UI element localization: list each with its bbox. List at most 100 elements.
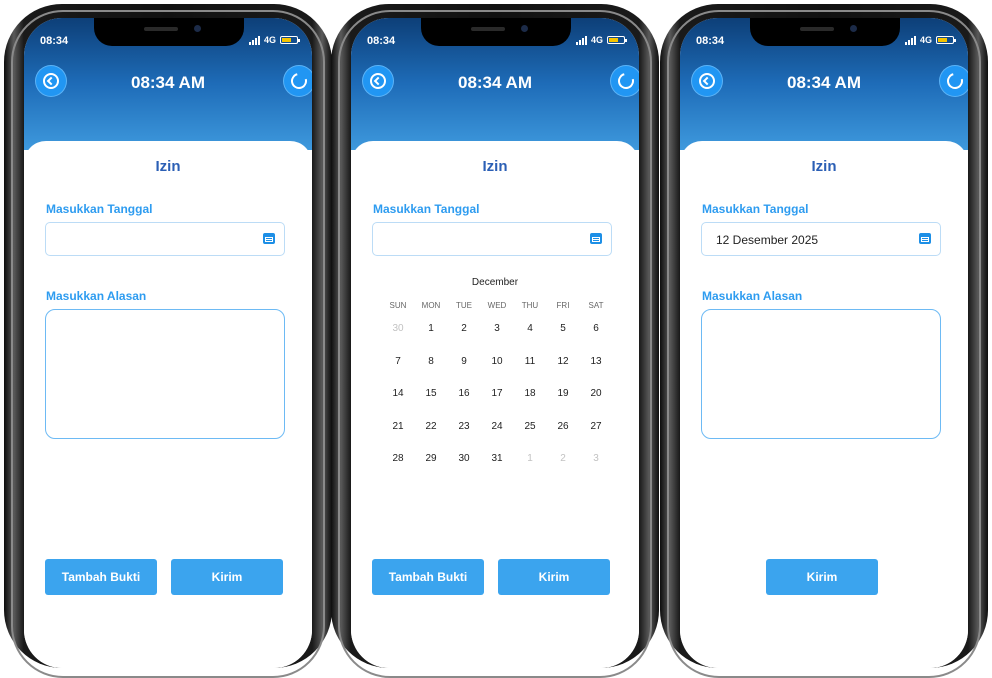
calendar-day[interactable]: 9 [447,356,481,367]
calendar-day[interactable]: 26 [546,421,580,432]
reason-textarea[interactable] [45,309,285,439]
weekday-header: THU [521,301,539,310]
weekday-header: SAT [588,301,604,310]
calendar-day[interactable]: 2 [546,453,580,464]
calendar-day[interactable]: 13 [579,356,613,367]
calendar-day[interactable]: 1 [414,323,448,334]
calendar-day[interactable]: 8 [414,356,448,367]
page-title: Izin [811,158,837,175]
date-label: Masukkan Tanggal [373,202,480,216]
calendar-day[interactable]: 19 [546,388,580,399]
signal-icon [248,35,260,45]
calendar-day[interactable]: 11 [513,356,547,367]
calendar-day[interactable]: 7 [381,356,415,367]
weekday-header: SUN [389,301,407,310]
date-label: Masukkan Tanggal [46,202,153,216]
status-time: 08:34 [40,35,69,47]
add-proof-button[interactable]: Tambah Bukti [45,559,157,595]
status-indicators: 4G [904,35,956,45]
signal-icon [575,35,587,45]
date-field[interactable] [372,222,612,256]
calendar-icon[interactable] [919,233,931,244]
date-value: 12 Desember 2025 [716,233,819,247]
calendar-day[interactable]: 6 [579,323,613,334]
calendar-day[interactable]: 2 [447,323,481,334]
form-card: Izin Masukkan Tanggal Masukkan Alasan Ta… [24,141,312,668]
status-indicators: 4G [575,35,627,45]
date-field[interactable] [45,222,285,256]
refresh-icon [944,70,966,92]
header-clock: 08:34 AM [786,73,861,92]
battery-icon [936,36,956,44]
refresh-icon [288,70,310,92]
calendar-day[interactable]: 10 [480,356,514,367]
reason-textarea[interactable] [701,309,941,439]
header-clock: 08:34 AM [130,73,205,92]
send-button[interactable]: Kirim [498,559,610,595]
send-button[interactable]: Kirim [171,559,283,595]
calendar-day[interactable]: 18 [513,388,547,399]
phone-screen: 08:34 4G 08:34 AM Izin Masukkan Tanggal … [351,18,639,668]
date-label: Masukkan Tanggal [702,202,809,216]
calendar-day[interactable]: 21 [381,421,415,432]
status-time: 08:34 [696,35,725,47]
calendar-day[interactable]: 25 [513,421,547,432]
battery-icon [280,36,300,44]
notch [421,18,571,46]
refresh-icon [615,70,637,92]
refresh-button[interactable] [611,66,639,96]
phone-screen: 08:34 4G 08:34 AM Izin Masukkan Tanggal … [24,18,312,668]
calendar-day[interactable]: 31 [480,453,514,464]
calendar-icon[interactable] [263,233,275,244]
calendar-day[interactable]: 1 [513,453,547,464]
calendar-day[interactable]: 4 [513,323,547,334]
calendar-icon[interactable] [590,233,602,244]
status-indicators: 4G [248,35,300,45]
phone-3: 08:34 4G 08:34 AM Izin Masukkan Tanggal … [660,4,988,678]
phone-1: 08:34 4G 08:34 AM Izin Masukkan Tanggal … [4,4,332,678]
reason-label: Masukkan Alasan [702,289,803,303]
phone-screen: 08:34 4G 08:34 AM Izin Masukkan Tanggal … [680,18,968,668]
calendar-day[interactable]: 3 [480,323,514,334]
calendar-day[interactable]: 16 [447,388,481,399]
battery-icon [607,36,627,44]
calendar-day[interactable]: 5 [546,323,580,334]
weekday-header: TUE [456,301,472,310]
page-title: Izin [155,158,181,175]
network-label: 4G [919,35,932,45]
calendar-day[interactable]: 29 [414,453,448,464]
network-label: 4G [590,35,603,45]
form-card: Izin Masukkan Tanggal December SUN MON TUE… [351,141,639,668]
page-title: Izin [482,158,508,175]
calendar-day[interactable]: 3 [579,453,613,464]
calendar-day[interactable]: 30 [447,453,481,464]
network-label: 4G [263,35,276,45]
calendar-day[interactable]: 24 [480,421,514,432]
calendar-day[interactable]: 15 [414,388,448,399]
calendar-day[interactable]: 27 [579,421,613,432]
add-proof-button[interactable]: Tambah Bukti [372,559,484,595]
calendar-day[interactable]: 28 [381,453,415,464]
calendar-day[interactable]: 17 [480,388,514,399]
calendar-day[interactable]: 20 [579,388,613,399]
refresh-button[interactable] [284,66,312,96]
calendar-day[interactable]: 12 [546,356,580,367]
calendar-day[interactable]: 30 [381,323,415,334]
send-button[interactable]: Kirim [766,559,878,595]
weekday-header: MON [421,301,441,310]
header-clock: 08:34 AM [457,73,532,92]
signal-icon [904,35,916,45]
refresh-button[interactable] [940,66,968,96]
form-card: Izin Masukkan Tanggal 12 Desember 2025 M… [680,141,968,668]
phone-2: 08:34 4G 08:34 AM Izin Masukkan Tanggal … [331,4,659,678]
calendar-day[interactable]: 23 [447,421,481,432]
reason-label: Masukkan Alasan [46,289,147,303]
notch [94,18,244,46]
calendar-month: December [471,277,519,288]
date-field[interactable]: 12 Desember 2025 [701,222,941,256]
weekday-header: WED [487,301,507,310]
calendar-day[interactable]: 22 [414,421,448,432]
calendar-day[interactable]: 14 [381,388,415,399]
weekday-header: FRI [556,301,570,310]
notch [750,18,900,46]
